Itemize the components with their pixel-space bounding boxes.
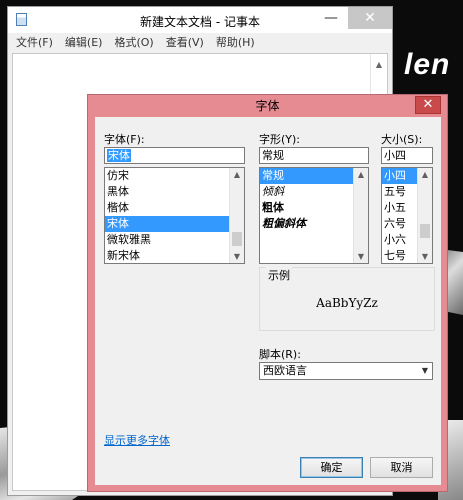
sample-text: AaBbYyZz (316, 296, 378, 310)
font-list-scrollbar[interactable]: ▲ ▼ (229, 168, 244, 263)
style-list-scrollbar[interactable]: ▲ ▼ (353, 168, 368, 263)
style-list-item[interactable]: 粗体 (260, 200, 368, 216)
scroll-down-icon[interactable]: ▼ (418, 252, 432, 261)
dialog-body: 字体(F): 宋体 仿宋 黑体 楷体 宋体 微软雅黑 新宋体 ▲ ▼ 字形(Y)… (95, 117, 441, 485)
font-list-item-selected[interactable]: 宋体 (105, 216, 244, 232)
size-list-scrollbar[interactable]: ▲ ▼ (417, 168, 432, 263)
dialog-close-icon[interactable]: ✕ (415, 96, 441, 114)
close-icon[interactable]: ✕ (348, 7, 392, 29)
script-label: 脚本(R): (259, 348, 301, 361)
size-label: 大小(S): (381, 133, 423, 146)
sample-box: 示例 AaBbYyZz (259, 267, 435, 331)
font-list-item[interactable]: 黑体 (105, 184, 244, 200)
menu-help[interactable]: 帮助(H) (216, 33, 255, 53)
font-list-item[interactable]: 微软雅黑 (105, 232, 244, 248)
minimize-icon[interactable]: — (317, 11, 345, 29)
scroll-down-icon[interactable]: ▼ (354, 252, 368, 261)
scroll-down-icon[interactable]: ▼ (230, 252, 244, 261)
font-list-item[interactable]: 新宋体 (105, 248, 244, 263)
font-input-value: 宋体 (107, 149, 131, 162)
font-dialog: 字体 ✕ 字体(F): 宋体 仿宋 黑体 楷体 宋体 微软雅黑 新宋体 ▲ ▼ … (87, 94, 448, 492)
dialog-title: 字体 (255, 99, 280, 113)
style-label: 字形(Y): (259, 133, 301, 146)
menu-file[interactable]: 文件(F) (16, 33, 53, 53)
font-list-item[interactable]: 楷体 (105, 200, 244, 216)
font-label: 字体(F): (104, 133, 145, 146)
menu-format[interactable]: 格式(O) (114, 33, 153, 53)
font-input[interactable]: 宋体 (104, 147, 245, 164)
sample-label: 示例 (266, 267, 292, 283)
style-list-item[interactable]: 倾斜 (260, 184, 368, 200)
scroll-up-icon[interactable]: ▲ (230, 170, 244, 179)
chevron-down-icon[interactable]: ▼ (422, 363, 428, 379)
scroll-thumb[interactable] (420, 224, 430, 238)
style-input[interactable]: 常规 (259, 147, 369, 164)
style-list-item-selected[interactable]: 常规 (260, 168, 368, 184)
menu-edit[interactable]: 编辑(E) (65, 33, 103, 53)
scroll-up-icon[interactable]: ▲ (371, 60, 387, 69)
font-list[interactable]: 仿宋 黑体 楷体 宋体 微软雅黑 新宋体 ▲ ▼ (104, 167, 245, 264)
ok-button[interactable]: 确定 (300, 457, 363, 478)
script-select[interactable]: 西欧语言 ▼ (259, 362, 433, 380)
notepad-titlebar[interactable]: 新建文本文档 - 记事本 — ✕ (8, 7, 392, 33)
scroll-up-icon[interactable]: ▲ (418, 170, 432, 179)
show-more-fonts-link[interactable]: 显示更多字体 (104, 432, 170, 448)
style-list-item[interactable]: 粗偏斜体 (260, 216, 368, 232)
menu-view[interactable]: 查看(V) (166, 33, 204, 53)
notepad-menubar: 文件(F) 编辑(E) 格式(O) 查看(V) 帮助(H) (8, 33, 392, 53)
script-select-value: 西欧语言 (263, 364, 307, 377)
font-list-item[interactable]: 仿宋 (105, 168, 244, 184)
style-list[interactable]: 常规 倾斜 粗体 粗偏斜体 ▲ ▼ (259, 167, 369, 264)
cancel-button[interactable]: 取消 (370, 457, 433, 478)
scroll-thumb[interactable] (232, 232, 242, 246)
size-input[interactable]: 小四 (381, 147, 433, 164)
size-list[interactable]: 小四 五号 小五 六号 小六 七号 八号 ▲ ▼ (381, 167, 433, 264)
desktop-logo: len (404, 48, 451, 81)
scroll-up-icon[interactable]: ▲ (354, 170, 368, 179)
